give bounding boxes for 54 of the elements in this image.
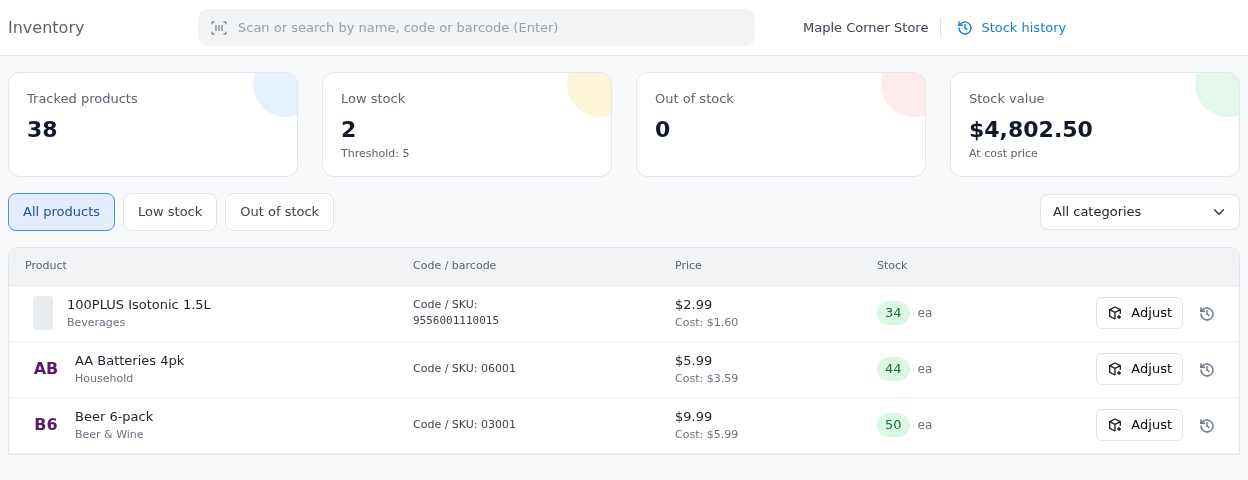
column-header: Price (675, 258, 702, 272)
product-code: Code / SKU: 06001 (413, 360, 517, 377)
stock-count: 50 (877, 413, 910, 437)
stock-unit: ea (917, 361, 933, 378)
cost-price: Cost: $5.99 (675, 426, 740, 443)
stat-note: Threshold: 5 (341, 145, 411, 162)
stat-note: At cost price (969, 145, 1039, 162)
filter-tab[interactable]: Out of stock (225, 193, 335, 231)
stat-label: Stock value (969, 90, 1046, 108)
stat-value: 0 (655, 115, 672, 144)
stock-count: 34 (877, 301, 910, 325)
code-label: Code / SKU: (413, 296, 479, 313)
store-name: Maple Corner Store (803, 17, 942, 38)
box-plus-icon (1107, 361, 1124, 377)
product-code: Code / SKU: 03001 (413, 416, 517, 433)
column-header: Code / barcode (413, 258, 497, 272)
stock-unit: ea (917, 417, 933, 434)
adjust-button[interactable]: Adjust (1096, 297, 1183, 329)
barcode-value: 9556001110015 (413, 313, 501, 329)
product-initials: B6 (33, 414, 59, 436)
product-category: Household (75, 370, 135, 387)
stat-value: 38 (27, 115, 59, 144)
filter-tab[interactable]: All products (8, 193, 116, 231)
stock-history-link[interactable]: Stock history (957, 17, 1067, 38)
filter-tab[interactable]: Low stock (123, 193, 218, 231)
category-select[interactable]: All categories (1040, 193, 1240, 230)
stock-unit: ea (917, 305, 933, 322)
product-name: Beer 6-pack (75, 408, 154, 426)
box-plus-icon (1107, 417, 1124, 433)
barcode-scan-icon (210, 19, 228, 37)
price: $5.99 (675, 352, 714, 370)
price: $9.99 (675, 408, 714, 426)
column-header: Product (25, 258, 67, 272)
stat-label: Low stock (341, 90, 407, 108)
stat-value: 2 (341, 115, 358, 144)
search-field[interactable]: Scan or search by name, code or barcode (Enter) (198, 9, 755, 46)
stat-value: $4,802.50 (969, 115, 1094, 144)
adjust-button[interactable]: Adjust (1096, 409, 1183, 441)
stat-label: Out of stock (655, 90, 735, 108)
history-icon (957, 19, 974, 36)
stat-label: Tracked products (27, 90, 139, 108)
adjust-button[interactable]: Adjust (1096, 353, 1183, 385)
product-name: 100PLUS Isotonic 1.5L (67, 296, 211, 314)
price: $2.99 (675, 296, 714, 314)
cost-price: Cost: $1.60 (675, 314, 740, 331)
cost-price: Cost: $3.59 (675, 370, 740, 387)
stock-count: 44 (877, 357, 910, 381)
product-category: Beverages (67, 314, 127, 331)
product-name: AA Batteries 4pk (75, 352, 185, 370)
app-title: Inventory (8, 16, 86, 39)
box-plus-icon (1107, 305, 1124, 321)
product-category: Beer & Wine (75, 426, 145, 443)
product-initials: AB (32, 358, 60, 380)
column-header: Stock (877, 258, 908, 272)
